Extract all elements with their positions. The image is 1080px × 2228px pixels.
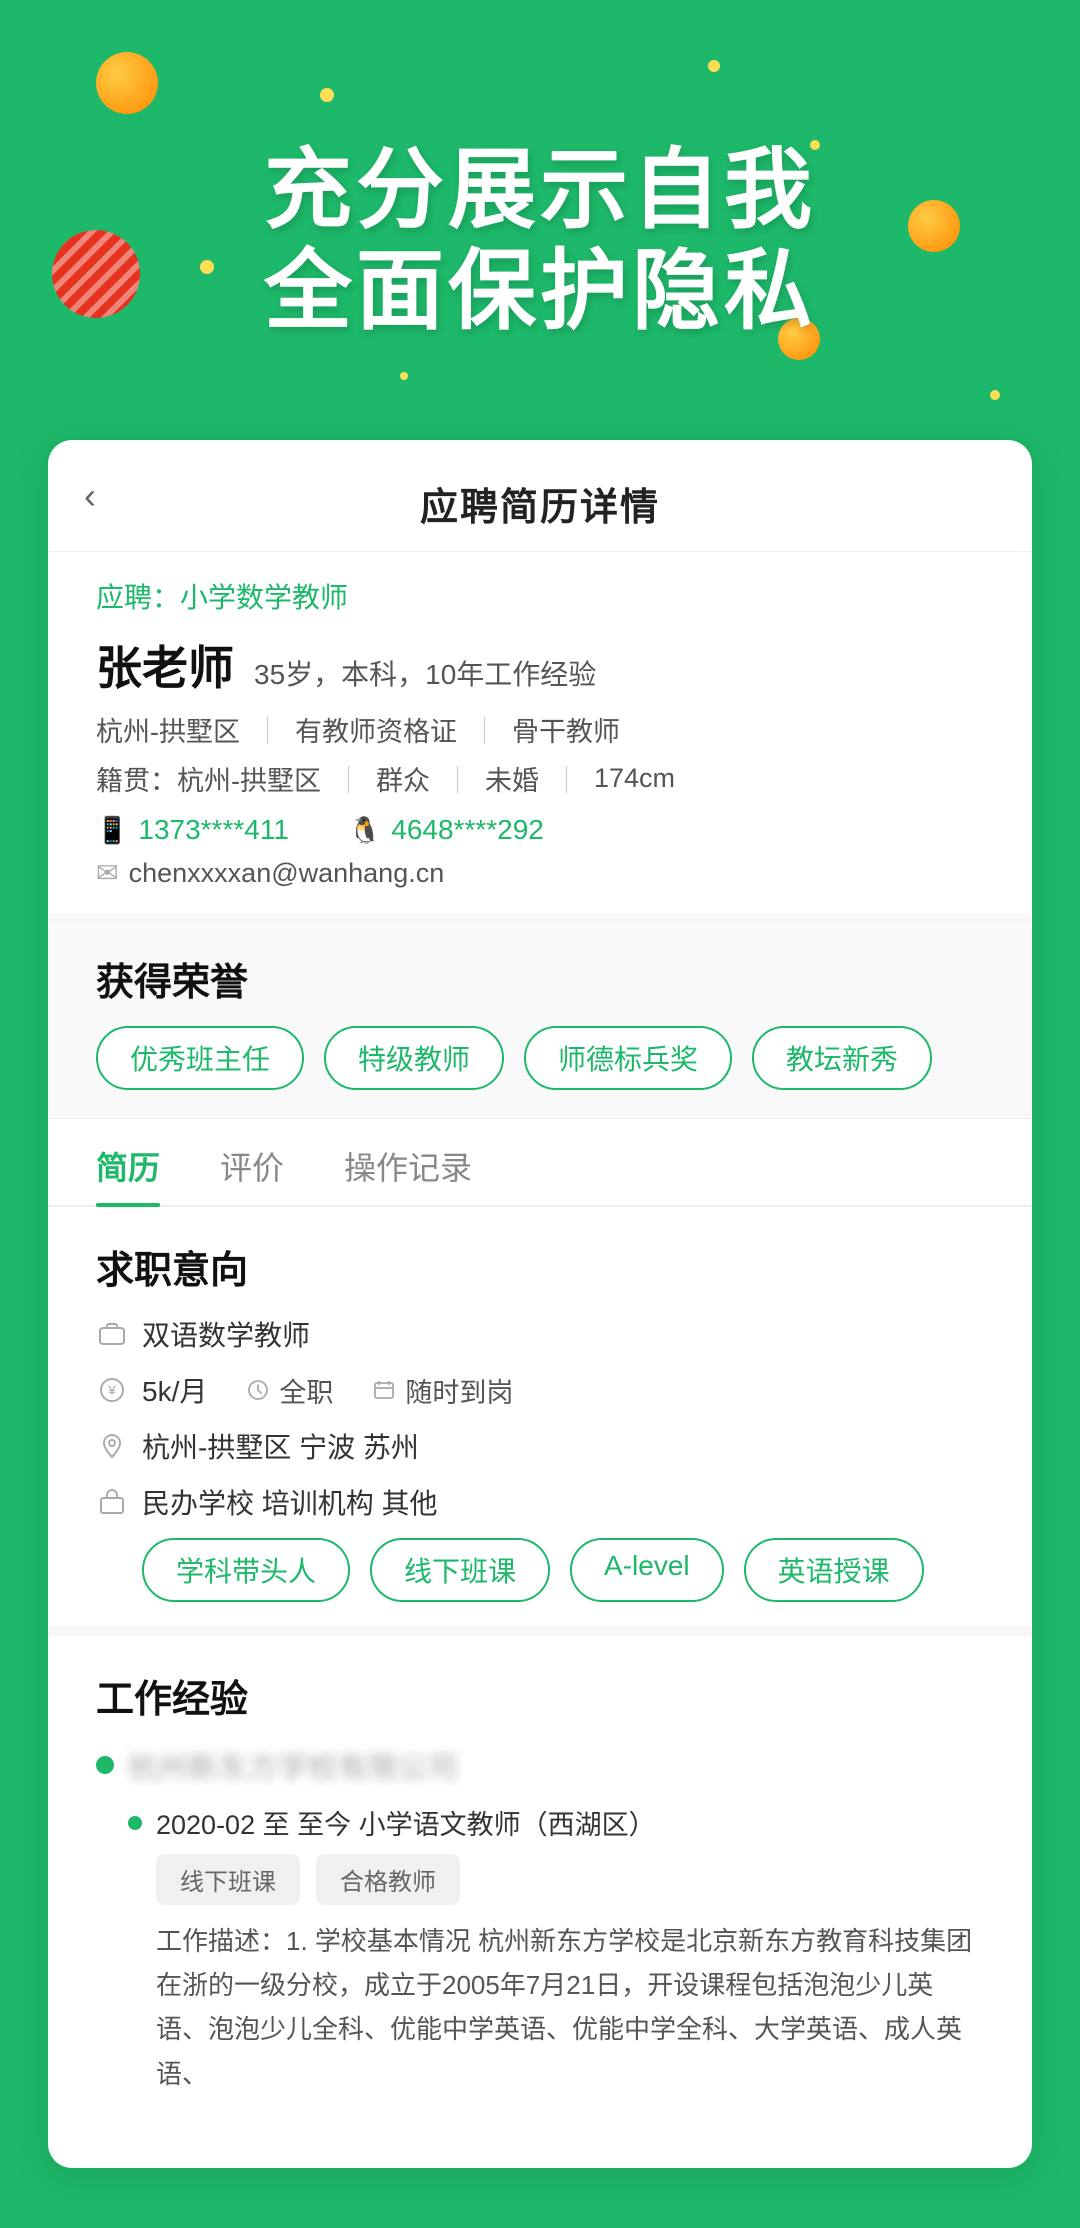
hero-section: 充分展示自我 全面保护隐私 <box>0 0 1080 480</box>
hometown: 籍贯：杭州-拱墅区 <box>96 759 321 798</box>
available: 随时到岗 <box>405 1371 513 1410</box>
available-sub: 随时到岗 <box>373 1371 513 1410</box>
org-icon <box>96 1486 128 1518</box>
location-row: 杭州-拱墅区 宁波 苏州 <box>96 1426 984 1466</box>
org-types: 民办学校 培训机构 其他 <box>142 1482 438 1522</box>
deco-dot-3 <box>200 260 214 274</box>
tab-operation-log[interactable]: 操作记录 <box>344 1143 472 1205</box>
candidate-name: 张老师 <box>96 632 234 698</box>
height: 174cm <box>594 763 675 794</box>
briefcase-icon <box>96 1318 128 1350</box>
work-tags: 线下班课 合格教师 <box>156 1854 984 1905</box>
marital-status: 未婚 <box>485 759 539 798</box>
profile-section: 应聘：小学数学教师 张老师 35岁，本科，10年工作经验 杭州-拱墅区 ｜ 有教… <box>48 552 1032 923</box>
work-exp-title: 工作经验 <box>96 1668 984 1723</box>
political-status: 群众 <box>376 759 430 798</box>
honors-title: 获得荣誉 <box>96 951 984 1006</box>
org-type-row: 民办学校 培训机构 其他 <box>96 1482 984 1522</box>
company-row: 杭州新东方学校有限公司 <box>96 1743 984 1787</box>
work-item-header: 2020-02 至 至今 小学语文教师（西湖区） <box>128 1803 984 1842</box>
card-title: 应聘简历详情 <box>420 476 660 531</box>
apply-tag: 应聘：小学数学教师 <box>96 576 984 616</box>
job-intent-title: 求职意向 <box>96 1239 984 1294</box>
back-button[interactable]: ‹ <box>84 475 96 517</box>
tab-review[interactable]: 评价 <box>220 1143 284 1205</box>
email-address: chenxxxxan@wanhang.cn <box>129 858 445 889</box>
tab-resume[interactable]: 简历 <box>96 1143 160 1205</box>
salary: 5k/月 <box>142 1370 207 1410</box>
phone-number: 1373****411 <box>138 814 289 846</box>
work-tag-0: 线下班课 <box>156 1854 300 1905</box>
skill-tag-0: 学科带头人 <box>142 1538 350 1602</box>
candidate-meta: 35岁，本科，10年工作经验 <box>254 653 596 693</box>
qq-number: 4648****292 <box>391 814 544 846</box>
job-title: 双语数学教师 <box>142 1314 310 1354</box>
job-type-sub: 全职 <box>247 1371 333 1410</box>
salary-icon: ¥ <box>96 1374 128 1406</box>
svg-text:¥: ¥ <box>107 1382 116 1398</box>
tabs-row: 简历 评价 操作记录 <box>48 1119 1032 1207</box>
info-row-2: 籍贯：杭州-拱墅区 ｜ 群众 ｜ 未婚 ｜ 174cm <box>96 759 984 798</box>
skill-tags: 学科带头人 线下班课 A-level 英语授课 <box>142 1538 984 1602</box>
company-dot <box>96 1756 114 1774</box>
company-name: 杭州新东方学校有限公司 <box>128 1743 458 1787</box>
work-experience-section: 工作经验 杭州新东方学校有限公司 2020-02 至 至今 小学语文教师（西湖区… <box>48 1636 1032 2136</box>
honors-section: 获得荣誉 优秀班主任 特级教师 师德标兵奖 教坛新秀 <box>48 923 1032 1119</box>
honor-tag-0: 优秀班主任 <box>96 1026 304 1090</box>
honors-tags: 优秀班主任 特级教师 师德标兵奖 教坛新秀 <box>96 1026 984 1090</box>
skill-tag-2: A-level <box>570 1538 724 1602</box>
title-level: 骨干教师 <box>512 710 620 749</box>
job-title-row: 双语数学教师 <box>96 1314 984 1354</box>
deco-dot-5 <box>708 60 720 72</box>
name-row: 张老师 35岁，本科，10年工作经验 <box>96 632 984 698</box>
qq-item: 🐧 4648****292 <box>349 814 544 846</box>
deco-dot-6 <box>400 372 408 380</box>
work-item-1: 2020-02 至 至今 小学语文教师（西湖区） 线下班课 合格教师 工作描述：… <box>128 1803 984 2096</box>
resume-card: ‹ 应聘简历详情 应聘：小学数学教师 张老师 35岁，本科，10年工作经验 杭州… <box>48 440 1032 2168</box>
contact-row: 📱 1373****411 🐧 4648****292 <box>96 814 984 846</box>
skill-tag-3: 英语授课 <box>744 1538 924 1602</box>
job-type: 全职 <box>279 1371 333 1410</box>
work-tag-1: 合格教师 <box>316 1854 460 1905</box>
work-dot <box>128 1816 142 1830</box>
work-locations: 杭州-拱墅区 宁波 苏州 <box>142 1426 419 1466</box>
job-intent-section: 求职意向 双语数学教师 ¥ 5k/月 全职 <box>48 1207 1032 1636</box>
credential: 有教师资格证 <box>295 710 457 749</box>
deco-dot-4 <box>990 390 1000 400</box>
hero-title: 充分展示自我 全面保护隐私 <box>264 139 816 341</box>
info-row-1: 杭州-拱墅区 ｜ 有教师资格证 ｜ 骨干教师 <box>96 710 984 749</box>
salary-type-row: ¥ 5k/月 全职 随时到岗 <box>96 1370 984 1410</box>
honor-tag-3: 教坛新秀 <box>752 1026 932 1090</box>
honor-tag-2: 师德标兵奖 <box>524 1026 732 1090</box>
work-description: 工作描述：1. 学校基本情况 杭州新东方学校是北京新东方教育科技集团在浙的一级分… <box>156 1919 984 2096</box>
email-icon: ✉ <box>96 858 119 889</box>
intent-multi: 5k/月 全职 随时到岗 <box>142 1370 513 1410</box>
deco-dot-1 <box>320 88 334 102</box>
phone-icon: 📱 <box>96 815 128 846</box>
deco-stripe-ball <box>52 230 140 318</box>
skill-tag-1: 线下班课 <box>370 1538 550 1602</box>
phone-item: 📱 1373****411 <box>96 814 289 846</box>
location: 杭州-拱墅区 <box>96 710 240 749</box>
deco-ball-1 <box>96 52 158 114</box>
email-row: ✉ chenxxxxan@wanhang.cn <box>96 858 984 889</box>
card-header: ‹ 应聘简历详情 <box>48 440 1032 552</box>
qq-icon: 🐧 <box>349 815 381 846</box>
work-period: 2020-02 至 至今 小学语文教师（西湖区） <box>156 1803 656 1842</box>
location-icon <box>96 1430 128 1462</box>
honor-tag-1: 特级教师 <box>324 1026 504 1090</box>
deco-ball-2 <box>908 200 960 252</box>
